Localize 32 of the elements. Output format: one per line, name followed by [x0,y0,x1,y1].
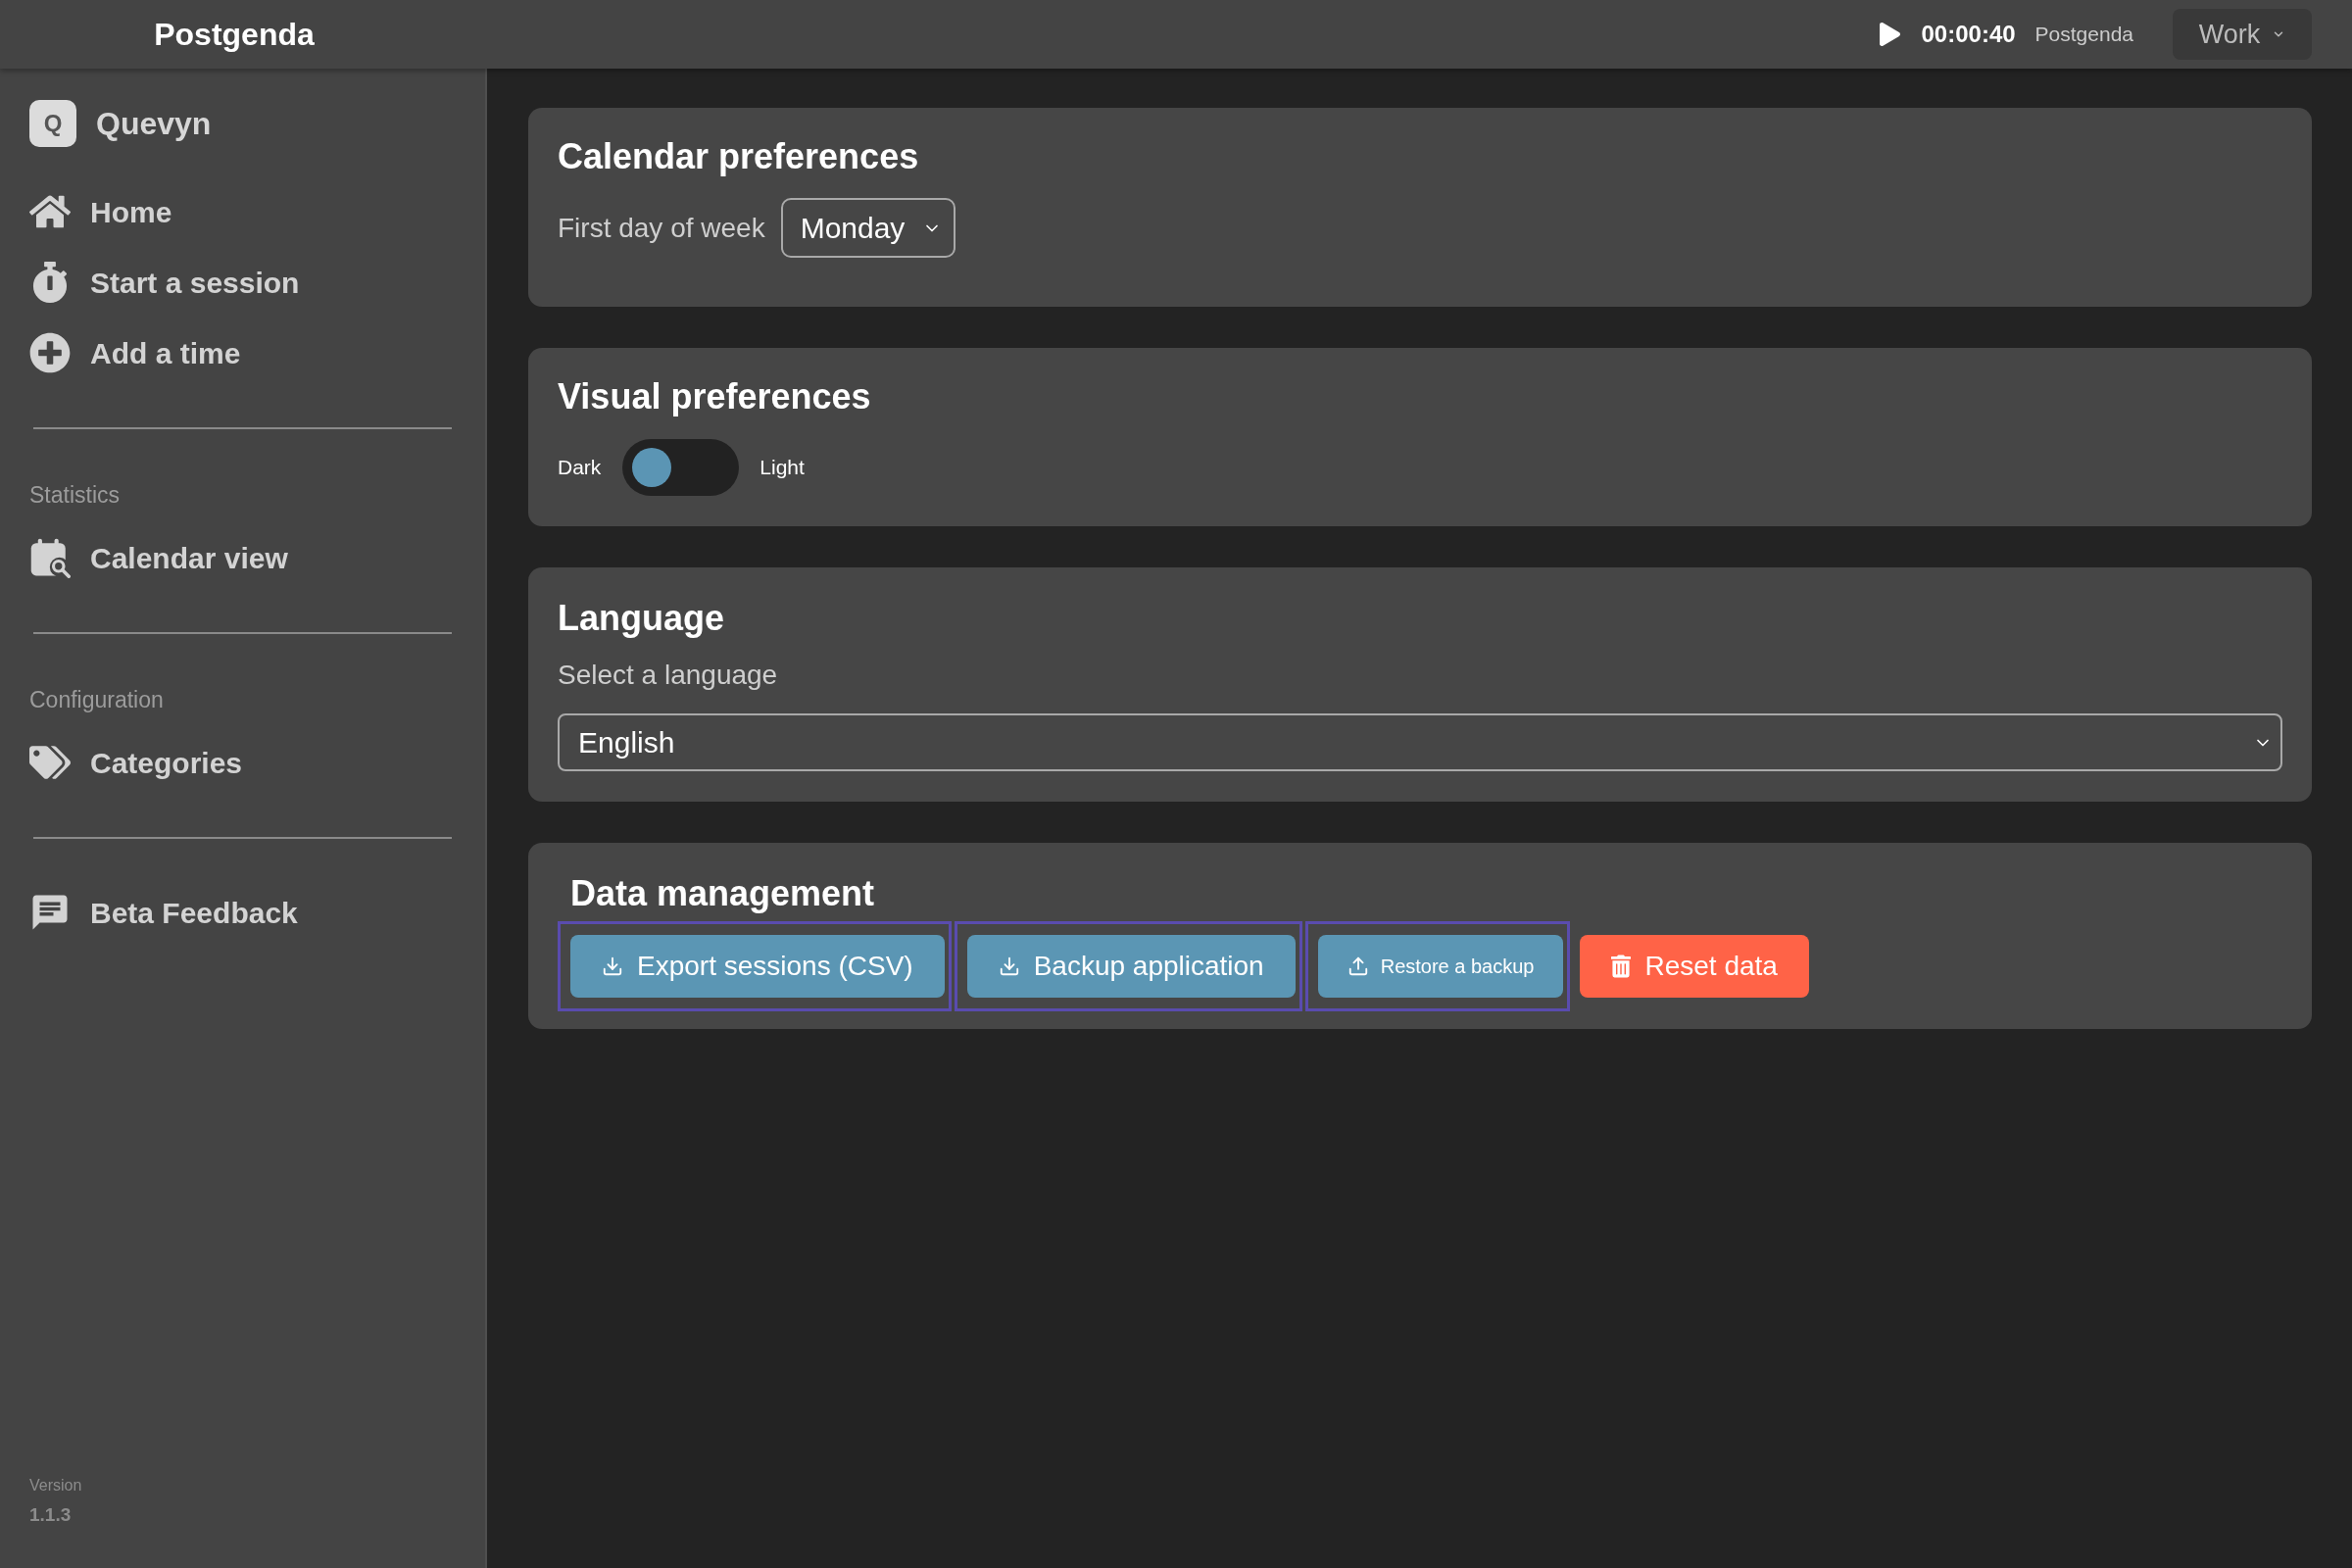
project-name: Postgenda [2034,22,2133,48]
version-number: 1.1.3 [29,1502,72,1527]
calendar-search-icon [29,537,71,578]
card-title: Language [558,597,724,640]
brand-name: Quevyn [96,105,212,143]
sidebar-item[interactable]: Add a time [29,325,456,380]
card-title: Visual preferences [558,375,871,418]
switch-label: Dark [558,455,602,481]
field-label: Select a language [558,659,778,692]
language-select[interactable]: English [558,713,2282,771]
upload-icon [1347,956,1369,977]
download-icon [602,956,623,977]
sidebar-item[interactable]: Calendar view [29,530,456,585]
download-icon [998,956,1020,977]
sidebar-item[interactable]: Home [29,184,456,239]
app-title: Postgenda [154,16,315,54]
field-label: First day of week [558,211,765,245]
card-title: Calendar preferences [558,135,919,178]
play-icon[interactable] [1879,23,1900,46]
trash-icon [1611,955,1632,978]
sidebar-item[interactable]: Categories [29,735,456,790]
category-select[interactable]: Work [2173,9,2312,60]
sidebar-item[interactable]: Start a session [29,255,456,310]
day-select[interactable]: Monday [780,198,956,258]
sidebar-item[interactable]: Beta Feedback [29,885,456,940]
logo-tile: Q [29,100,76,147]
section-heading: Configuration [29,686,164,713]
timer-text: 00:00:40 [1921,20,2016,49]
version-label: Version [29,1475,82,1495]
section-heading: Statistics [29,481,121,509]
card-title: Data management [570,872,876,915]
switch-label: Light [760,455,805,481]
